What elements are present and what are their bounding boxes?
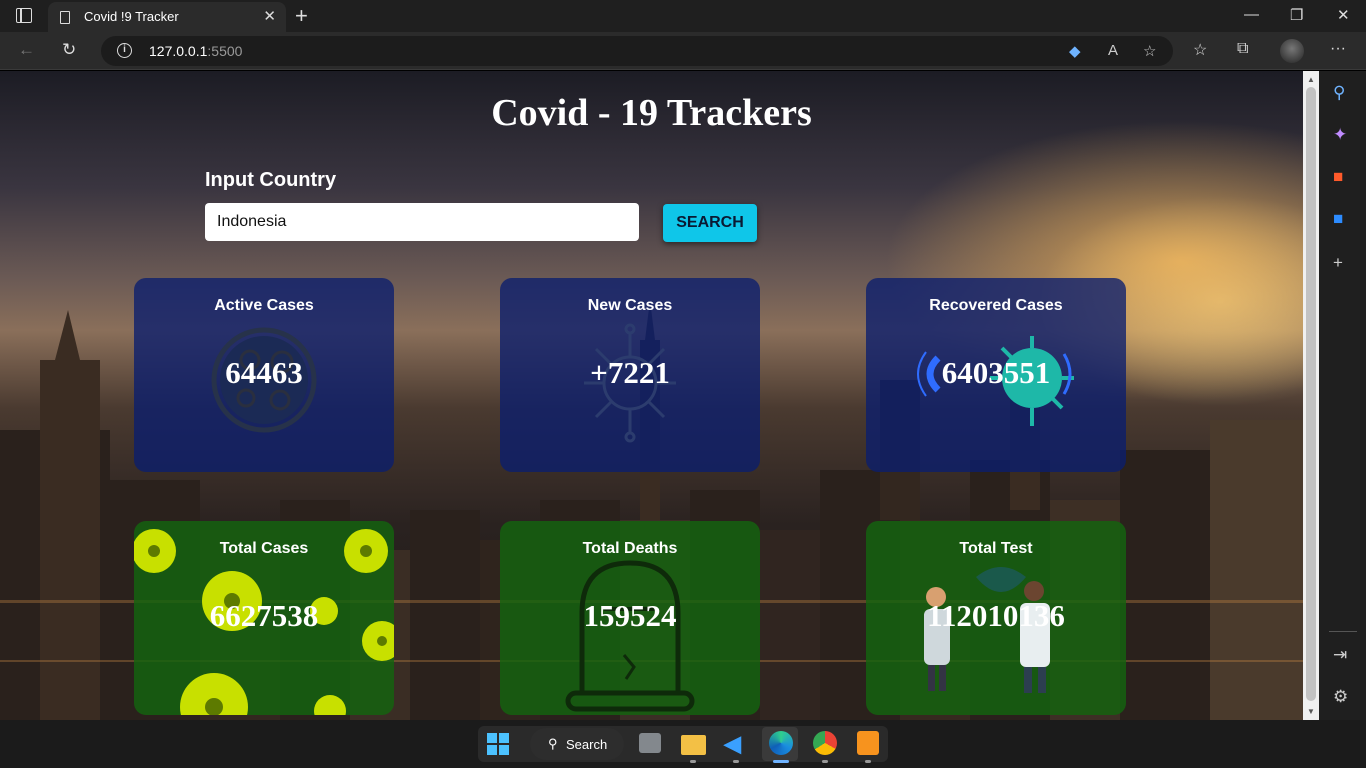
search-button[interactable]: SEARCH [663, 204, 757, 242]
tab-title: Covid !9 Tracker [84, 9, 179, 24]
copilot-icon[interactable]: ✦ [1333, 125, 1347, 145]
card-value: 6627538 [209, 598, 319, 633]
country-label: Input Country [205, 169, 337, 191]
card-label: Total Cases [219, 540, 309, 557]
add-icon[interactable]: + [1333, 253, 1343, 273]
restore-icon[interactable]: ❐ [1290, 6, 1303, 24]
info-icon[interactable]: i [117, 43, 132, 58]
card-label: New Cases [587, 297, 673, 314]
card-value: 6403551 [941, 355, 1051, 390]
page-title: Covid - 19 Trackers [491, 92, 812, 134]
country-input[interactable] [205, 203, 639, 241]
close-tab-icon[interactable]: ✕ [263, 7, 276, 25]
scroll-down-icon[interactable]: ▼ [1307, 707, 1315, 716]
recovered-cases-card: Recovered Cases 6403551 [866, 278, 1126, 472]
page-scrollbar[interactable]: ▲ ▼ [1303, 71, 1319, 720]
running-indicator [865, 760, 871, 763]
sidebar-divider [1329, 631, 1357, 632]
favorites-icon[interactable]: ☆ [1193, 40, 1207, 60]
edge-icon[interactable] [769, 731, 793, 755]
search-icon: ⚲ [548, 736, 558, 751]
total-cases-card: Total Cases 6627538 [134, 521, 394, 715]
running-indicator [733, 760, 739, 763]
browser-tab[interactable]: Covid !9 Tracker ✕ [48, 2, 286, 32]
taskbar-search-button[interactable]: ⚲ Search [530, 728, 624, 760]
url-text: 127.0.0.1:5500 [149, 43, 243, 59]
total-deaths-card: Total Deaths 159524 [500, 521, 760, 715]
close-window-icon[interactable]: ✕ [1337, 6, 1350, 24]
browser-sidebar: ⚲ ✦ ■ ■ + ⇥ ⚙ [1319, 71, 1366, 720]
new-tab-icon[interactable]: + [295, 3, 308, 29]
card-value: 64463 [225, 355, 303, 390]
vscode-icon[interactable]: ◀ [724, 731, 741, 757]
profile-avatar[interactable] [1280, 39, 1304, 63]
running-indicator [822, 760, 828, 763]
card-label: Total Test [959, 540, 1033, 557]
total-test-card: Total Test 112010136 [866, 521, 1126, 715]
tag-icon[interactable]: ◆ [1069, 42, 1081, 60]
address-bar-row: ← ↻ i 127.0.0.1:5500 ◆ A ☆ ☆ ⧉ ··· [0, 32, 1366, 70]
card-label: Recovered Cases [929, 297, 1063, 314]
tab-bar: Covid !9 Tracker ✕ + — ❐ ✕ [0, 0, 1366, 32]
card-label: Total Deaths [582, 540, 678, 557]
back-icon[interactable]: ← [18, 40, 35, 60]
pdf-app-icon[interactable] [857, 731, 879, 755]
minimize-icon[interactable]: — [1244, 6, 1259, 23]
outlook-icon[interactable]: ■ [1333, 209, 1343, 229]
office-icon[interactable]: ■ [1333, 167, 1343, 187]
page-icon [60, 11, 70, 24]
card-label: Active Cases [214, 297, 314, 314]
taskbar-search-label: Search [566, 737, 608, 752]
task-view-icon[interactable] [639, 733, 661, 753]
refresh-icon[interactable]: ↻ [62, 40, 76, 60]
card-value: 112010136 [927, 598, 1065, 633]
hide-sidebar-icon[interactable]: ⇥ [1333, 645, 1347, 665]
active-cases-card: Active Cases 64463 [134, 278, 394, 472]
tombstone-icon [565, 560, 695, 712]
running-indicator [690, 760, 696, 763]
more-icon[interactable]: ··· [1330, 40, 1346, 58]
scrollbar-thumb[interactable] [1306, 87, 1316, 701]
settings-icon[interactable]: ⚙ [1333, 687, 1348, 707]
new-cases-card: New Cases +7221 [500, 278, 760, 472]
add-favorite-icon[interactable]: ☆ [1143, 42, 1156, 60]
search-sidebar-icon[interactable]: ⚲ [1333, 83, 1345, 103]
tab-actions-icon[interactable] [16, 8, 32, 23]
scroll-up-icon[interactable]: ▲ [1307, 75, 1315, 84]
file-explorer-icon[interactable] [681, 735, 706, 755]
card-value: +7221 [590, 355, 670, 390]
url-field[interactable]: i 127.0.0.1:5500 ◆ A ☆ [101, 36, 1173, 66]
start-icon[interactable] [487, 733, 509, 755]
read-aloud-icon[interactable]: A [1108, 42, 1118, 59]
card-value: 159524 [583, 598, 677, 633]
chrome-icon[interactable] [813, 731, 837, 755]
page-viewport: Covid - 19 Trackers Input Country SEARCH… [0, 71, 1303, 720]
active-indicator [773, 760, 789, 763]
collections-icon[interactable]: ⧉ [1237, 40, 1248, 58]
